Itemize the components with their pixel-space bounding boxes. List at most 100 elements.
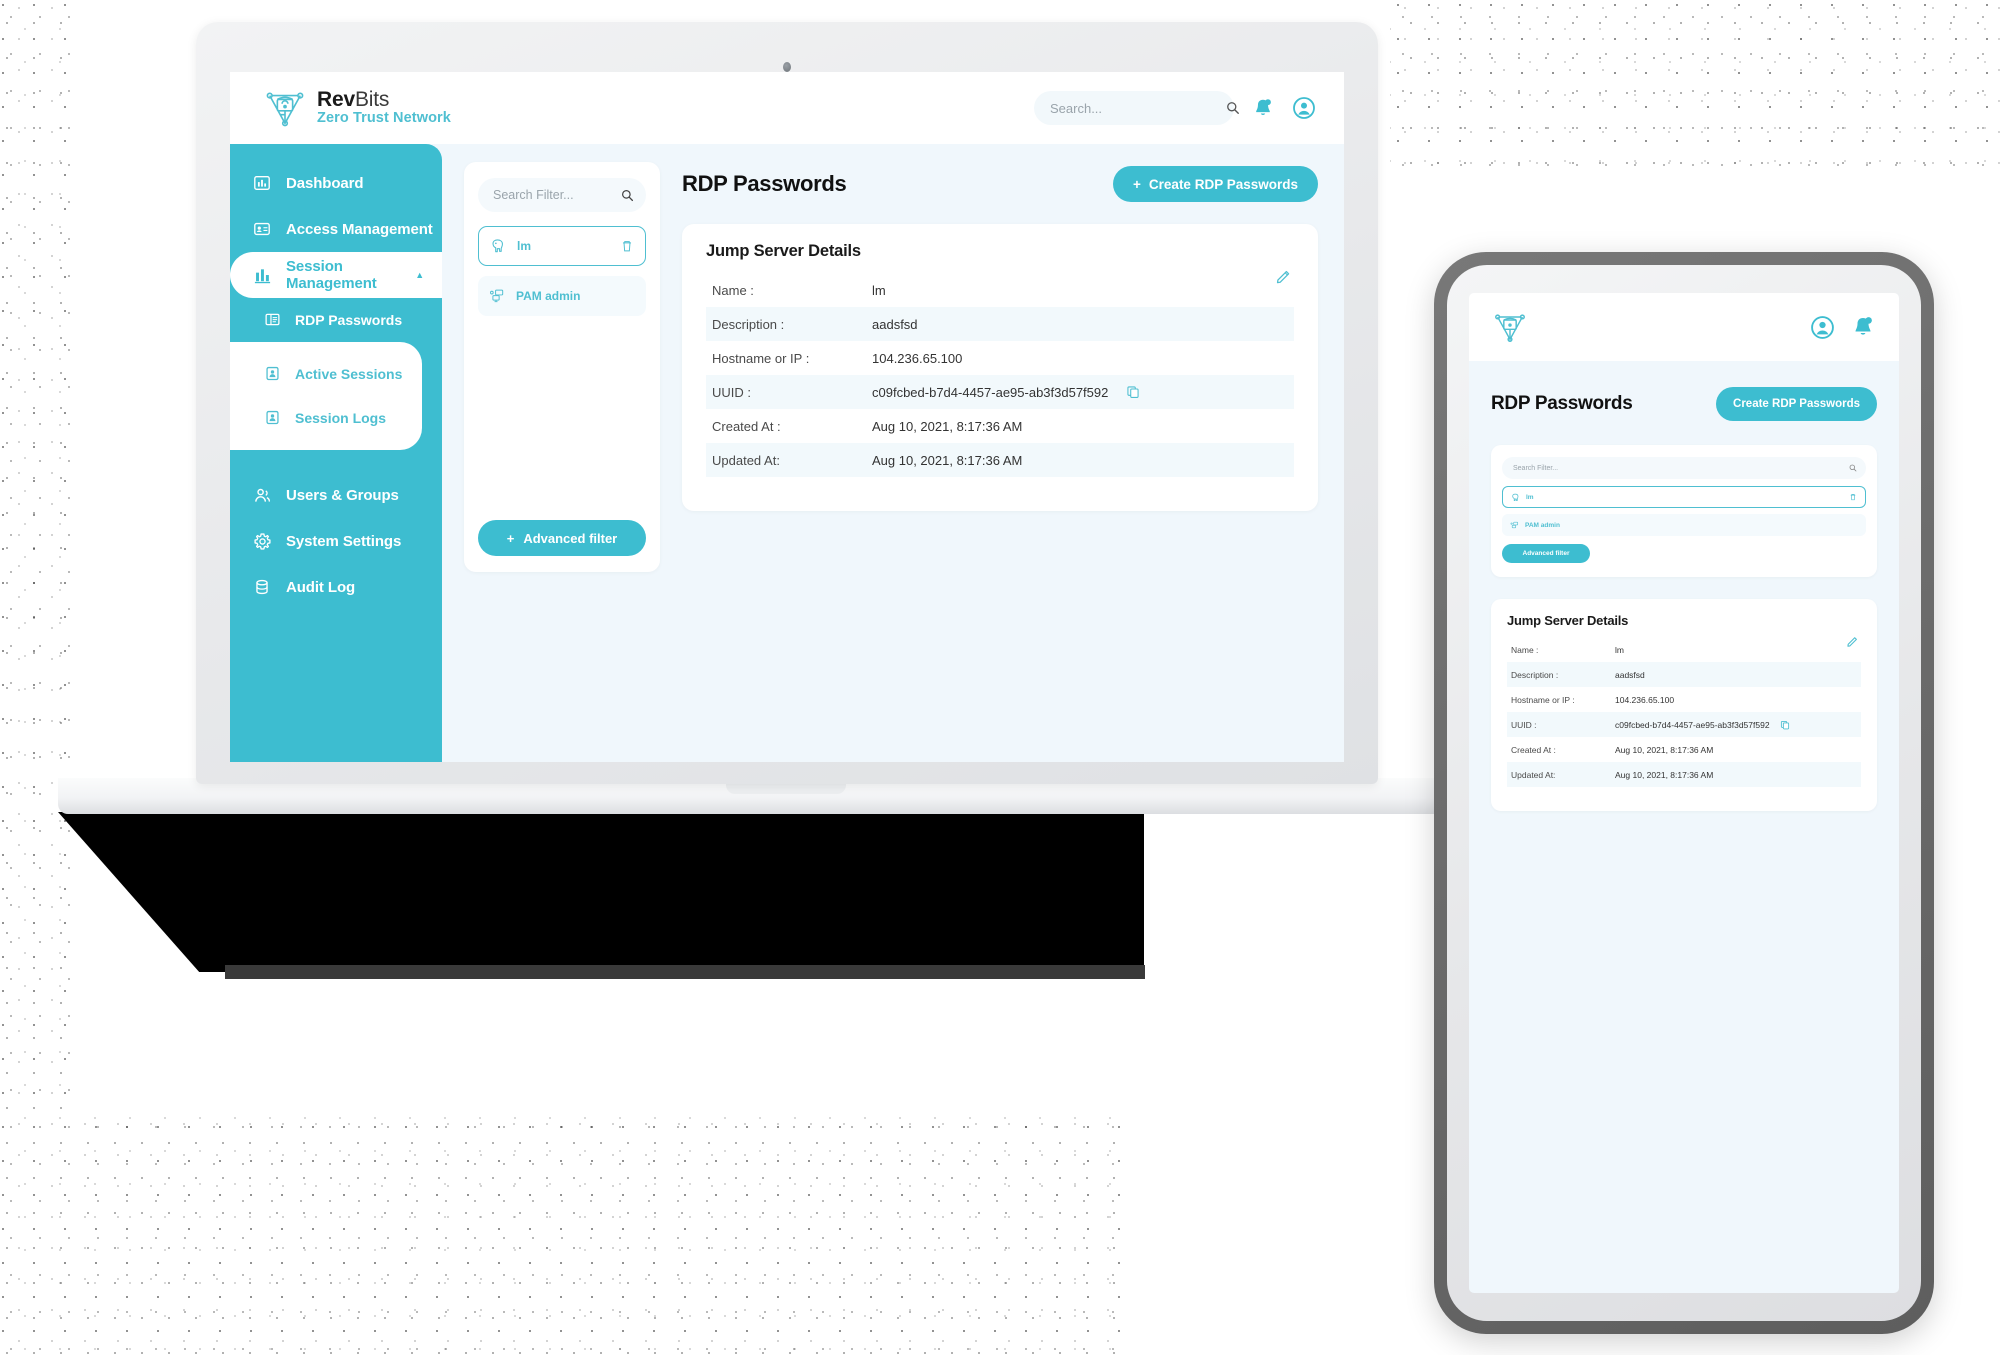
filter-list-item-selected[interactable]: lm <box>1502 486 1866 508</box>
sidebar-item-session-logs[interactable]: Session Logs <box>230 396 422 440</box>
filter-search-box[interactable]: Search Filter... <box>1502 457 1866 479</box>
sidebar-item-rdp-passwords[interactable]: RDP Passwords <box>230 298 442 342</box>
sidebar-label: Users & Groups <box>286 486 399 504</box>
user-badge-icon <box>264 409 282 427</box>
global-search-box[interactable] <box>1034 91 1239 125</box>
filter-list-item-selected[interactable]: lm <box>478 226 646 266</box>
detail-row: Name : lm <box>1507 637 1861 662</box>
advanced-filter-button[interactable]: + Advanced filter <box>478 520 646 556</box>
content-header: RDP Passwords + Create RDP Passwords <box>682 162 1318 202</box>
filter-search-placeholder: Search Filter... <box>1513 464 1559 472</box>
filter-item-label: lm <box>517 239 532 253</box>
detail-value: aadsfsd <box>872 316 918 332</box>
tablet-top-bar <box>1469 293 1899 361</box>
detail-label: UUID : <box>712 384 751 400</box>
detail-label: Created At : <box>1511 744 1556 755</box>
detail-label: UUID : <box>1511 719 1537 730</box>
chevron-up-icon: ▲ <box>415 270 424 280</box>
sidebar-item-access-management[interactable]: Access Management <box>230 206 442 252</box>
filter-search-box[interactable] <box>478 178 646 212</box>
detail-card-footer-space <box>706 477 1294 501</box>
delete-icon[interactable] <box>1849 493 1857 501</box>
advanced-filter-button[interactable]: Advanced filter <box>1502 544 1590 563</box>
detail-row: Updated At: Aug 10, 2021, 8:17:36 AM <box>706 443 1294 477</box>
sidebar-label: RDP Passwords <box>295 312 403 328</box>
pencil-edit-icon[interactable] <box>1275 268 1292 285</box>
laptop-shadow-edge <box>225 965 1145 979</box>
sidebar-label: System Settings <box>286 532 402 550</box>
top-bar-actions <box>1034 91 1316 125</box>
detail-row: Description : aadsfsd <box>706 307 1294 341</box>
page-title: RDP Passwords <box>1491 393 1633 414</box>
filter-panel: lm <box>464 162 660 572</box>
search-icon <box>1226 101 1240 115</box>
main-content: lm <box>442 144 1344 762</box>
network-nodes-icon <box>1510 521 1519 530</box>
detail-row: Description : aadsfsd <box>1507 662 1861 687</box>
detail-row: Updated At: Aug 10, 2021, 8:17:36 AM <box>1507 762 1861 787</box>
detail-label: Updated At: <box>1511 769 1556 780</box>
laptop-device: RevBits Zero Trust Network Search... Das… <box>196 22 1378 784</box>
sidebar-item-users-groups[interactable]: Users & Groups <box>230 472 442 518</box>
sidebar-item-dashboard[interactable]: Dashboard <box>230 160 442 206</box>
detail-value: Aug 10, 2021, 8:17:36 AM <box>872 452 1023 468</box>
users-icon <box>252 485 272 505</box>
copy-icon[interactable] <box>1780 720 1790 730</box>
bar-chart-icon <box>252 265 272 285</box>
detail-label: Name : <box>1511 644 1539 655</box>
tablet-body: RDP Passwords Create RDP Passwords Searc… <box>1469 361 1899 1293</box>
detail-row: Hostname or IP : 104.236.65.100 <box>706 341 1294 375</box>
tablet-top-actions <box>1810 315 1875 340</box>
laptop-screen: RevBits Zero Trust Network Search... Das… <box>230 72 1344 762</box>
revbits-shield-logo-icon <box>1493 310 1527 344</box>
database-icon <box>252 577 272 597</box>
sidebar-item-system-settings[interactable]: System Settings <box>230 518 442 564</box>
filter-list-item[interactable]: PAM admin <box>1502 514 1866 536</box>
sidebar-label: Access Management <box>286 220 433 238</box>
tablet-header: RDP Passwords Create RDP Passwords <box>1491 387 1877 421</box>
detail-label: Hostname or IP : <box>1511 694 1575 705</box>
detail-value: c09fcbed-b7d4-4457-ae95-ab3f3d57f592 <box>1615 719 1770 730</box>
detail-row: UUID : c09fcbed-b7d4-4457-ae95-ab3f3d57f… <box>1507 712 1861 737</box>
laptop-shadow <box>58 812 1144 972</box>
plus-icon: + <box>1133 176 1141 192</box>
subnav-group-white: Active Sessions Session Logs <box>230 342 422 450</box>
notifications-bell-icon[interactable] <box>1252 97 1274 119</box>
delete-icon[interactable] <box>620 239 634 253</box>
tablet-filter-panel: Search Filter... lm PAM admin Advanced f… <box>1491 445 1877 577</box>
brand-tagline: Zero Trust Network <box>317 110 451 127</box>
sidebar-item-active-sessions[interactable]: Active Sessions <box>230 352 422 396</box>
jump-server-details-card: Jump Server Details Name : lm Descriptio… <box>1491 599 1877 811</box>
copy-icon[interactable] <box>1126 385 1140 399</box>
user-account-icon[interactable] <box>1292 96 1316 120</box>
create-rdp-passwords-button[interactable]: Create RDP Passwords <box>1716 387 1877 421</box>
notifications-bell-icon[interactable] <box>1851 315 1875 339</box>
tablet-bezel: RDP Passwords Create RDP Passwords Searc… <box>1447 265 1921 1321</box>
app-body: Dashboard Access Management Session Mana… <box>230 144 1344 762</box>
sidebar-label: Session Logs <box>295 410 387 426</box>
brand-logo-area: RevBits Zero Trust Network <box>264 87 451 129</box>
pencil-edit-icon[interactable] <box>1846 635 1859 648</box>
filter-list-item[interactable]: PAM admin <box>478 276 646 316</box>
revbits-shield-logo-icon <box>264 87 306 129</box>
filter-item-label: PAM admin <box>516 289 581 303</box>
sidebar-label: Dashboard <box>286 174 364 192</box>
app-window: RevBits Zero Trust Network Search... Das… <box>230 72 1344 762</box>
advanced-filter-label: Advanced filter <box>523 530 618 546</box>
webcam-icon <box>783 62 791 72</box>
brand-name: RevBits <box>317 88 390 112</box>
sidebar-item-session-management[interactable]: Session Management ▲ <box>230 252 442 298</box>
create-rdp-passwords-button[interactable]: + Create RDP Passwords <box>1113 166 1318 202</box>
sidebar-label: Active Sessions <box>295 366 403 382</box>
window-panes-icon <box>264 311 282 329</box>
user-account-icon[interactable] <box>1810 315 1835 340</box>
detail-value: 104.236.65.100 <box>1615 694 1675 705</box>
filter-search-input[interactable] <box>493 188 621 202</box>
detail-value: lm <box>1615 644 1624 655</box>
global-search-input[interactable] <box>1050 100 1226 116</box>
chart-bar-icon <box>252 173 272 193</box>
sidebar-item-audit-log[interactable]: Audit Log <box>230 564 442 610</box>
brand-text: RevBits Zero Trust Network <box>317 89 451 126</box>
detail-row: Hostname or IP : 104.236.65.100 <box>1507 687 1861 712</box>
detail-label: Description : <box>1511 669 1559 680</box>
